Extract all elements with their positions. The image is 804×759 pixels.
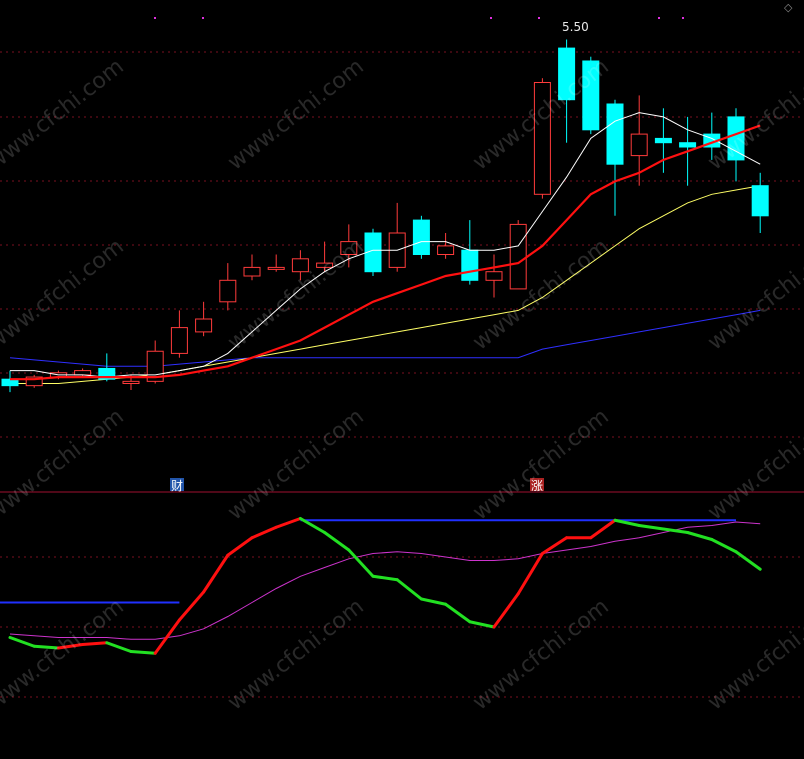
ma20-path	[10, 185, 761, 384]
watermark-text: www.cfchi.com	[703, 54, 804, 175]
level-lines	[0, 519, 736, 604]
candle	[437, 233, 455, 259]
candle	[606, 99, 624, 216]
oscillator-segment	[589, 518, 617, 540]
candle-body	[170, 327, 188, 354]
candle-body	[243, 266, 261, 277]
candle-body	[291, 258, 309, 273]
top-tick-mark	[154, 17, 156, 19]
oscillator-segment	[202, 553, 230, 594]
corner-diamond-icon[interactable]: ◇	[784, 1, 793, 14]
oscillator-segment	[105, 641, 133, 653]
oscillator-segment	[177, 590, 206, 622]
candle-body	[122, 380, 140, 385]
oscillator-segment	[637, 524, 665, 531]
oscillator-segment	[468, 620, 496, 629]
cai-marker[interactable]: 财	[170, 478, 184, 493]
watermark-text: www.cfchi.com	[223, 54, 368, 175]
candle	[170, 310, 188, 358]
candle-body	[679, 142, 697, 148]
candlestick-series	[1, 39, 769, 393]
oscillator-segment	[710, 538, 738, 554]
ma60-path	[9, 309, 761, 367]
watermark-text: www.cfchi.com	[0, 234, 129, 355]
signal-line	[9, 521, 761, 640]
candle	[751, 172, 769, 233]
watermark-text: www.cfchi.com	[0, 404, 129, 525]
candle	[25, 374, 43, 388]
candle	[243, 254, 261, 281]
watermark-text: www.cfchi.com	[468, 234, 613, 355]
watermark-text: www.cfchi.com	[703, 594, 804, 715]
watermark-text: www.cfchi.com	[703, 404, 804, 525]
top-tick-mark	[538, 17, 540, 19]
candle	[219, 263, 237, 311]
candle-body	[195, 318, 213, 333]
oscillator-segment	[250, 525, 278, 540]
oscillator-segment	[226, 536, 254, 557]
oscillator-segment	[419, 597, 448, 606]
grid-lines	[0, 17, 804, 698]
chart-canvas: 5.50 财 涨 ◇ www.cfchi.com www.cfchi.com www…	[0, 1, 804, 716]
oscillator-segment	[129, 650, 157, 655]
oscillator-segment	[734, 550, 762, 571]
oscillator-segment	[686, 531, 714, 541]
candle-body	[461, 249, 479, 281]
oscillator-line	[8, 517, 762, 655]
candle-body	[267, 266, 285, 270]
top-tick-mark	[490, 17, 492, 19]
candle	[1, 370, 19, 393]
watermark-text: www.cfchi.com	[468, 404, 613, 525]
oscillator-segment	[540, 536, 569, 555]
watermark-text: www.cfchi.com	[0, 54, 129, 175]
candle	[412, 215, 430, 259]
candle	[509, 220, 527, 290]
oscillator-segment	[444, 602, 472, 624]
candle	[195, 301, 213, 337]
ma20-line	[10, 185, 761, 384]
candle-body	[630, 133, 648, 157]
candle-body	[437, 245, 455, 255]
top-tick-mark	[682, 17, 684, 19]
indicator-panel	[0, 517, 762, 655]
candle-body	[74, 370, 92, 376]
candle-body	[509, 223, 527, 290]
candle	[461, 220, 479, 285]
candle	[388, 202, 406, 272]
ma60-line	[9, 309, 761, 367]
candle-body	[412, 219, 430, 256]
candle-body	[485, 271, 503, 281]
oscillator-segment	[323, 531, 351, 552]
cai-marker-text: 财	[171, 479, 183, 493]
oscillator-segment	[371, 574, 399, 582]
oscillator-segment	[492, 592, 520, 629]
candle	[485, 254, 503, 298]
candle-body	[606, 103, 624, 165]
watermark-text: www.cfchi.com	[703, 234, 804, 355]
high-price-label: 5.50	[562, 20, 589, 34]
oscillator-segment	[8, 636, 36, 648]
top-tick-mark	[658, 17, 660, 19]
oscillator-segment	[516, 552, 544, 596]
oscillator-segment	[395, 578, 423, 601]
oscillator-segment	[274, 517, 302, 529]
watermark-text: www.cfchi.com	[223, 234, 368, 355]
watermark-text: www.cfchi.com	[223, 404, 368, 525]
candle-body	[751, 185, 769, 217]
candle	[267, 254, 285, 272]
signal-path	[9, 521, 761, 640]
candle-body	[219, 279, 237, 303]
candle-body	[654, 137, 672, 144]
top-tick-mark	[202, 17, 204, 19]
